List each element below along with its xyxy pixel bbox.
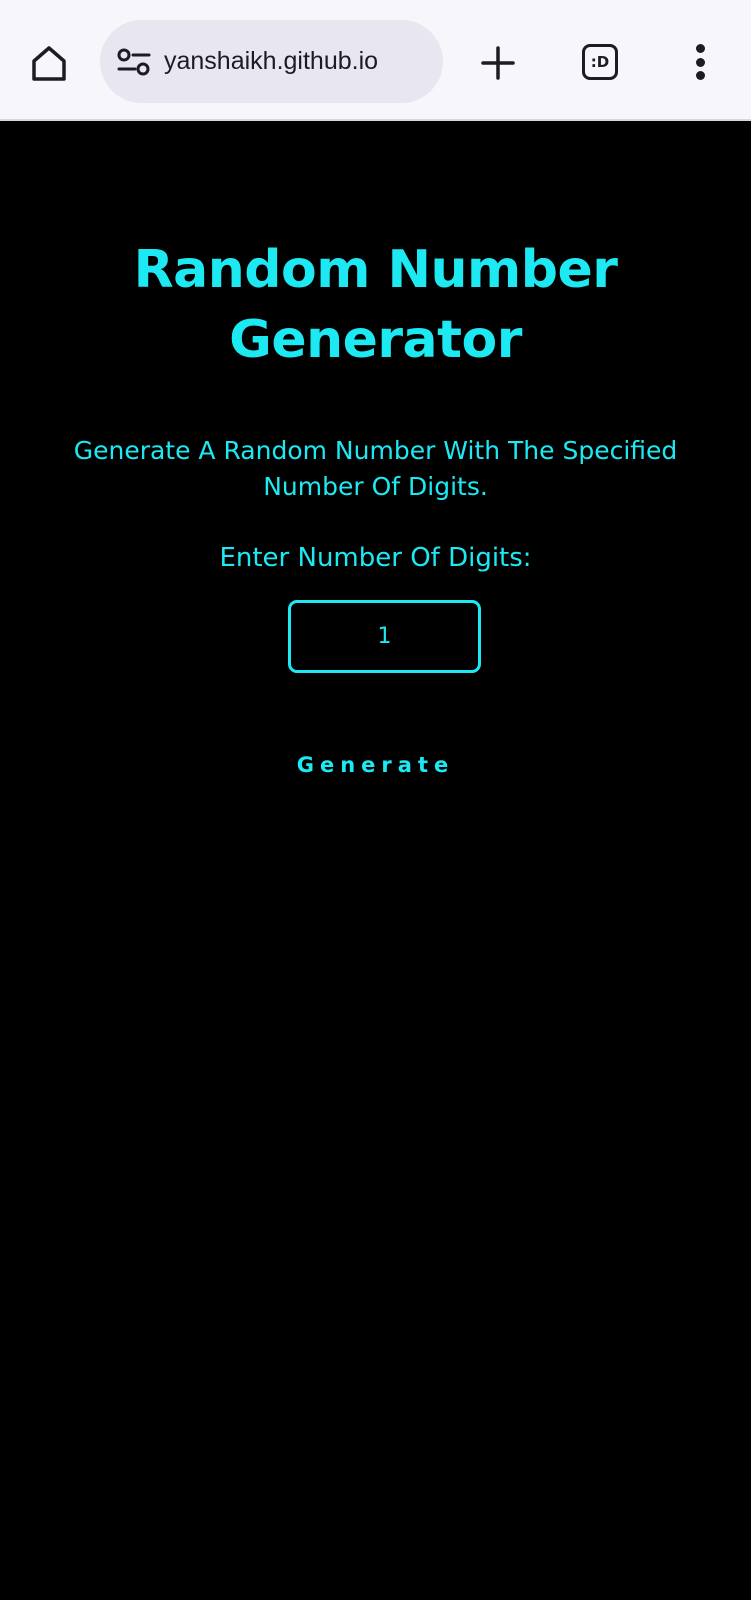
generate-button[interactable]: Generate bbox=[250, 741, 501, 789]
digits-label: Enter Number Of Digits: bbox=[219, 543, 532, 573]
menu-dot bbox=[695, 44, 705, 53]
tab-switcher-button[interactable]: :D bbox=[582, 44, 618, 80]
home-icon bbox=[32, 46, 66, 81]
home-button[interactable] bbox=[26, 40, 72, 86]
page-content: Random Number Generator Generate A Rando… bbox=[0, 121, 751, 1600]
page-description: Generate A Random Number With The Specif… bbox=[73, 436, 678, 501]
address-bar[interactable]: yanshaikh.github.io bbox=[100, 20, 443, 103]
new-tab-button[interactable] bbox=[476, 41, 520, 85]
browser-toolbar: yanshaikh.github.io :D bbox=[0, 0, 751, 121]
menu-dot bbox=[695, 71, 705, 80]
url-text[interactable]: yanshaikh.github.io bbox=[164, 47, 378, 76]
menu-dot bbox=[695, 57, 705, 67]
more-vert-icon[interactable] bbox=[688, 40, 712, 84]
site-settings-icon[interactable] bbox=[116, 44, 152, 80]
page-title: Random Number Generator bbox=[133, 240, 618, 370]
digits-input[interactable] bbox=[288, 600, 481, 673]
plus-icon bbox=[481, 46, 515, 80]
